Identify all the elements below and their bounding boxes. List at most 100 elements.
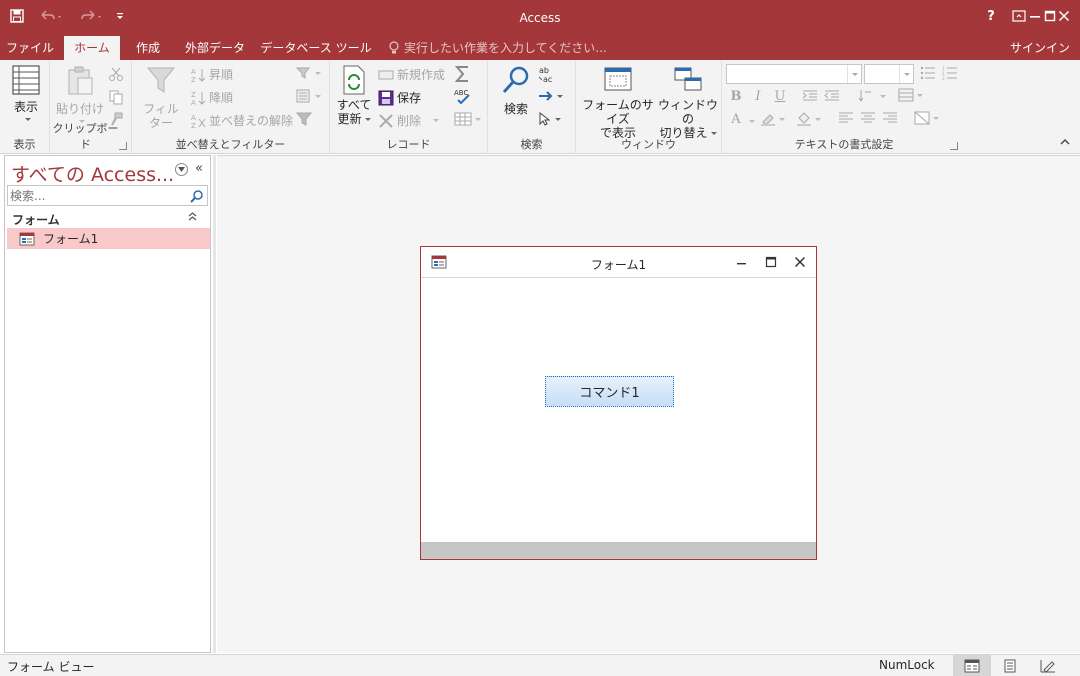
totals-button[interactable] (454, 65, 472, 83)
gridlines-button[interactable] (898, 88, 923, 102)
sort-ascending-button[interactable]: AZ 昇順 (190, 66, 233, 83)
font-color-button[interactable]: A (726, 110, 746, 130)
view-button[interactable]: 表示 (6, 64, 46, 121)
group-window: フォームのサイズ で表示 ウィンドウの 切り替え ウィンドウ (576, 60, 722, 154)
background-color-button[interactable] (796, 112, 821, 126)
gridlines-caret-icon (917, 93, 923, 97)
advanced-filter-button[interactable] (296, 89, 321, 103)
find-button[interactable]: 検索 (496, 64, 536, 116)
clear-sort-button[interactable]: AZ 並べ替えの解除 (190, 112, 293, 129)
bullets-button[interactable] (920, 66, 936, 80)
nav-pane-menu-icon[interactable] (175, 163, 188, 176)
paste-button[interactable]: 貼り付け (56, 64, 104, 123)
switch-windows-button[interactable]: ウィンドウの 切り替え (658, 64, 718, 140)
tell-me-box[interactable]: 実行したい作業を入力してください... (388, 36, 607, 60)
font-color-caret-icon[interactable] (749, 120, 755, 123)
help-button[interactable]: ? (977, 5, 1005, 27)
group-view: 表示 表示 (0, 60, 50, 154)
tab-home[interactable]: ホーム (64, 36, 120, 60)
size-to-fit-form-button[interactable]: フォームのサイズ で表示 (578, 64, 658, 140)
italic-button[interactable]: I (748, 87, 768, 107)
svg-text:A: A (191, 99, 196, 106)
svg-text:Z: Z (191, 122, 196, 129)
align-right-button[interactable] (882, 112, 898, 124)
font-name-combo[interactable] (726, 64, 862, 84)
copy-icon (109, 90, 123, 105)
numbering-button[interactable]: 123 (942, 66, 958, 80)
align-left-button[interactable] (838, 112, 854, 124)
app-title: Access (519, 11, 561, 25)
form-view-button[interactable] (953, 655, 991, 676)
advanced-filter-icon (296, 89, 310, 103)
group-view-label: 表示 (13, 138, 36, 151)
design-view-button[interactable] (1029, 655, 1067, 676)
font-size-combo[interactable] (864, 64, 914, 84)
gridlines-icon (898, 88, 914, 102)
alternate-row-color-caret-icon (933, 116, 939, 120)
clear-sort-label: 並べ替えの解除 (209, 114, 294, 128)
cut-button[interactable] (108, 66, 124, 82)
close-icon[interactable] (1050, 5, 1078, 27)
copy-button[interactable] (108, 89, 124, 105)
nav-pane-collapse-icon[interactable]: « (195, 161, 203, 176)
text-direction-button[interactable] (858, 89, 886, 103)
nav-section-forms[interactable]: フォーム (12, 211, 60, 228)
group-records: すべて 更新 新規作成 保存 削除 ABC レコード (330, 60, 488, 154)
nav-item-form1[interactable]: フォーム1 (7, 228, 210, 249)
search-icon[interactable] (190, 189, 204, 203)
form-close-icon[interactable] (789, 253, 811, 271)
decrease-indent-button[interactable] (824, 89, 840, 103)
form-minimize-icon[interactable] (731, 253, 753, 271)
clipboard-launcher-icon[interactable] (119, 142, 127, 150)
selection-filter-button[interactable] (296, 66, 321, 80)
tab-database-tools[interactable]: データベース ツール (258, 36, 374, 60)
goto-button[interactable] (538, 90, 563, 102)
paste-label: 貼り付け (56, 102, 105, 116)
nav-pane-splitter[interactable] (213, 155, 216, 653)
refresh-label-1: すべて (336, 98, 372, 112)
form-maximize-icon[interactable] (760, 253, 782, 271)
form-window-title-bar[interactable]: フォーム1 (421, 247, 816, 278)
alternate-row-color-button[interactable] (914, 111, 939, 125)
text-formatting-launcher-icon[interactable] (950, 142, 958, 150)
filter-button[interactable]: フィルター (138, 64, 184, 130)
underline-button[interactable]: U (770, 87, 790, 107)
select-button[interactable] (538, 112, 561, 126)
toggle-filter-button[interactable] (296, 112, 312, 126)
nav-search-input[interactable] (10, 187, 185, 204)
delete-record-button[interactable]: 削除 (378, 112, 440, 129)
section-collapse-icon[interactable] (188, 211, 197, 224)
bold-button[interactable]: B (726, 87, 746, 107)
replace-button[interactable]: ab ac (538, 65, 556, 83)
numbering-icon: 123 (942, 66, 957, 80)
text-direction-caret-icon (880, 94, 886, 98)
refresh-all-button[interactable]: すべて 更新 (336, 64, 372, 126)
sort-descending-icon: ZA (191, 91, 206, 106)
more-records-button[interactable] (454, 112, 481, 126)
spelling-button[interactable]: ABC (454, 88, 472, 106)
command-button[interactable]: コマンド1 (545, 376, 674, 407)
svg-text:A: A (191, 68, 196, 76)
layout-view-button[interactable] (991, 655, 1029, 676)
sign-in-link[interactable]: サインイン (1010, 36, 1070, 60)
increase-indent-button[interactable] (802, 89, 818, 103)
highlight-button[interactable] (760, 112, 785, 126)
sort-descending-button[interactable]: ZA 降順 (190, 89, 233, 106)
tab-file[interactable]: ファイル (0, 36, 60, 60)
new-record-button[interactable]: 新規作成 (378, 66, 445, 83)
refresh-icon (343, 65, 365, 95)
tab-external-data[interactable]: 外部データ (176, 36, 254, 60)
refresh-caret-icon (364, 117, 371, 121)
form-icon (19, 232, 35, 245)
delete-icon (379, 113, 393, 128)
collapse-ribbon-icon[interactable] (1060, 135, 1070, 149)
font-size-dropdown-icon[interactable] (899, 65, 913, 83)
clear-sort-icon: AZ (191, 114, 206, 129)
font-name-dropdown-icon[interactable] (847, 65, 861, 83)
tab-create[interactable]: 作成 (124, 36, 172, 60)
nav-pane-title[interactable]: すべての Access... (11, 160, 174, 187)
align-center-button[interactable] (860, 112, 876, 124)
group-clipboard-label: クリップボード (52, 122, 119, 151)
save-record-button[interactable]: 保存 (378, 89, 421, 106)
svg-text:A: A (191, 114, 196, 122)
